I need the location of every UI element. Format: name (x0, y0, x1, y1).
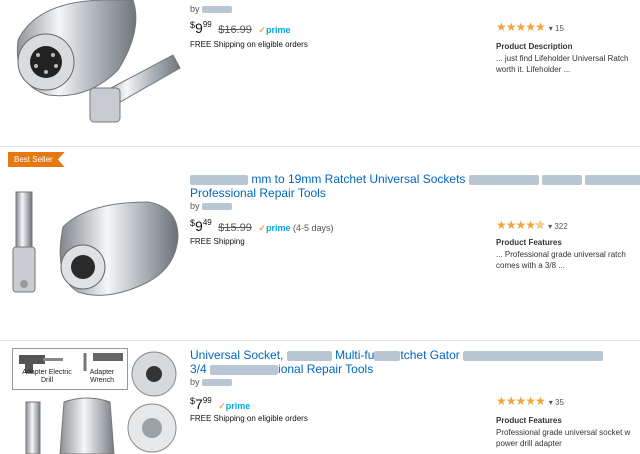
price-row: $799 ✓prime (190, 396, 251, 412)
check-icon: ✓ (218, 401, 226, 411)
result-divider (0, 146, 640, 147)
product-description-snippet: ... just find Lifeholder Universal Ratch… (496, 54, 629, 74)
prime-badge: ✓prime (258, 223, 291, 233)
chevron-down-icon[interactable]: ▾ (549, 24, 553, 33)
price-row: $999 $16.99 ✓prime (190, 20, 291, 36)
product-title-link[interactable]: Universal Socket, Multi-fu tchet Gator 3/… (190, 348, 604, 376)
label-electric-drill: Adapter Electric Drill (22, 369, 72, 384)
result-divider (0, 340, 640, 341)
price-row: $949 $15.99 ✓prime (4-5 days) (190, 218, 334, 234)
search-result-3: Adapter Electric Drill Adapter Wrench Un… (0, 346, 640, 454)
product-description-snippet: Professional grade universal socket w pow… (496, 428, 631, 448)
product-title-link[interactable]: mm to 19mm Ratchet Universal Sockets Pro… (190, 172, 640, 200)
was-price: $16.99 (218, 24, 252, 36)
brand-line: by (190, 201, 233, 211)
brand-line: by (190, 377, 233, 387)
adapter-diagram: Adapter Electric Drill Adapter Wrench (12, 348, 128, 390)
product-section-label: Product Features (496, 238, 562, 247)
check-icon: ✓ (258, 223, 266, 233)
product-image-socket-3[interactable]: Adapter Electric Drill Adapter Wrench (12, 348, 178, 454)
socket-closeup (131, 351, 177, 397)
prime-badge: ✓prime (218, 401, 251, 411)
was-price: $15.99 (218, 222, 252, 234)
search-result-2: mm to 19mm Ratchet Universal Sockets Pro… (0, 168, 640, 338)
product-section-label: Product Description (496, 42, 573, 51)
star-rating-icon[interactable]: ★★★★★ ▾ 15 (496, 20, 564, 34)
delivery-time: (4-5 days) (292, 223, 334, 233)
shipping-text: FREE Shipping on eligible orders (190, 414, 308, 423)
star-rating-icon[interactable]: ★★★★★ ▾ 35 (496, 394, 564, 408)
label-wrench: Adapter Wrench (89, 369, 115, 384)
shipping-text: FREE Shipping on eligible orders (190, 40, 308, 49)
chevron-down-icon[interactable]: ▾ (549, 398, 553, 407)
product-image-socket-2[interactable] (8, 182, 183, 312)
product-image-socket-1[interactable] (8, 0, 183, 130)
best-seller-badge: Best Seller (8, 152, 65, 167)
chevron-down-icon[interactable]: ▾ (548, 222, 552, 231)
price-whole: 9 (195, 20, 203, 36)
brand-line: by (190, 4, 233, 14)
product-section-label: Product Features (496, 416, 562, 425)
product-description-snippet: ... Professional grade universal ratch co… (496, 250, 626, 270)
check-icon: ✓ (258, 25, 266, 35)
star-rating-icon[interactable]: ★★★★✯ ▾ 322 (496, 218, 568, 232)
search-result-1: by $999 $16.99 ✓prime FREE Shipping on e… (0, 0, 640, 146)
prime-badge: ✓prime (258, 25, 291, 35)
shipping-text: FREE Shipping (190, 237, 245, 246)
